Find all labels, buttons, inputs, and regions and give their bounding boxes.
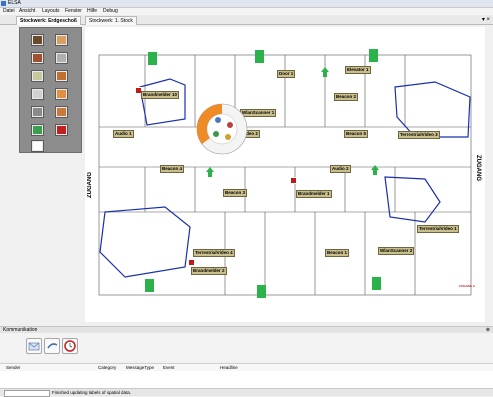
reply-button[interactable] bbox=[44, 338, 60, 354]
tool-palette bbox=[19, 27, 82, 153]
menu-hilfe[interactable]: Hilfe bbox=[87, 8, 97, 15]
tab-bar: Stockwerk: Erdgeschoß Stockwerk: 1. Stoc… bbox=[0, 15, 493, 25]
tool-button-3[interactable] bbox=[31, 52, 44, 64]
map-label-brandmelder-10[interactable]: Brandmelder 10 bbox=[141, 91, 180, 99]
col-sender[interactable]: Sender bbox=[6, 364, 21, 371]
green-marker[interactable] bbox=[255, 50, 264, 63]
tool-button-13[interactable] bbox=[31, 140, 44, 152]
tool-button-2[interactable] bbox=[55, 34, 68, 46]
floor-plan-canvas[interactable]: ZUGANG ZUGANG ZUGANG A Door 1 Elevator 1… bbox=[85, 27, 485, 322]
map-label-wlanscanner-2[interactable]: WlanScanner 2 bbox=[378, 247, 415, 255]
tool-button-10[interactable] bbox=[55, 106, 68, 118]
tool-button-4[interactable] bbox=[55, 52, 68, 64]
progress-bar bbox=[4, 390, 50, 397]
col-event[interactable]: Event bbox=[163, 364, 175, 371]
col-category[interactable]: Category bbox=[98, 364, 116, 371]
message-grid-body[interactable] bbox=[0, 371, 493, 388]
green-marker[interactable] bbox=[145, 279, 154, 292]
tool-button-8[interactable] bbox=[55, 88, 68, 100]
mail-button[interactable] bbox=[26, 338, 42, 354]
tool-button-6[interactable] bbox=[55, 70, 68, 82]
menu-datei[interactable]: Datei bbox=[3, 8, 15, 15]
zugang-corner: ZUGANG A bbox=[459, 284, 475, 288]
alarm-button[interactable] bbox=[62, 338, 78, 354]
menu-layouts[interactable]: Layouts bbox=[42, 8, 60, 15]
map-label-beacon-2[interactable]: Beacon 2 bbox=[334, 93, 359, 101]
tool-button-11[interactable] bbox=[31, 124, 44, 136]
map-label-brandmelder-2[interactable]: Brandmelder 2 bbox=[191, 267, 227, 275]
fire-alarm-icon[interactable] bbox=[290, 177, 297, 184]
tool-button-12[interactable] bbox=[55, 124, 68, 136]
map-label-audio-1[interactable]: Audio 1 bbox=[113, 130, 134, 138]
tab-1-stock[interactable]: Stockwerk: 1. Stock bbox=[85, 16, 137, 25]
menu-bar: Datei Ansicht Layouts Fenster Hilfe Debu… bbox=[0, 8, 493, 15]
map-label-beacon-1[interactable]: Beacon 1 bbox=[325, 249, 350, 257]
map-label-audio-2[interactable]: Audio 2 bbox=[330, 165, 351, 173]
envelope-icon bbox=[28, 342, 40, 351]
map-label-brandmelder-1[interactable]: Brandmelder 1 bbox=[296, 190, 332, 198]
tool-button-5[interactable] bbox=[31, 70, 44, 82]
clock-alarm-icon bbox=[64, 340, 76, 352]
menu-debug[interactable]: Debug bbox=[103, 8, 118, 15]
title-bar: ELSA bbox=[0, 0, 493, 8]
menu-ansicht[interactable]: Ansicht bbox=[19, 8, 35, 15]
tab-erdgeschoss[interactable]: Stockwerk: Erdgeschoß bbox=[16, 16, 81, 25]
map-label-beacon-5[interactable]: Beacon 5 bbox=[344, 130, 369, 138]
tool-button-9[interactable] bbox=[31, 106, 44, 118]
zugang-right: ZUGANG bbox=[475, 155, 481, 181]
menu-fenster[interactable]: Fenster bbox=[65, 8, 82, 15]
map-label-door-1[interactable]: Door 1 bbox=[277, 70, 296, 78]
col-messagetype[interactable]: MessageType bbox=[126, 364, 154, 371]
green-marker[interactable] bbox=[372, 277, 381, 290]
reply-icon bbox=[47, 343, 58, 349]
green-marker[interactable] bbox=[257, 285, 266, 298]
fire-alarm-icon[interactable] bbox=[188, 259, 195, 266]
zugang-left: ZUGANG bbox=[87, 172, 93, 198]
map-label-terrestrialvideo-1[interactable]: TerrestrialVideo 1 bbox=[417, 225, 459, 233]
window-title: ELSA bbox=[8, 0, 21, 6]
map-label-elevator-1[interactable]: Elevator 1 bbox=[345, 66, 371, 74]
green-marker[interactable] bbox=[369, 49, 378, 62]
tool-button-1[interactable] bbox=[31, 34, 44, 46]
map-label-terrestrialvideo-3[interactable]: TerrestrialVideo 3 bbox=[398, 131, 440, 139]
green-marker[interactable] bbox=[148, 52, 157, 65]
map-label-terrestrialvideo-4[interactable]: TerrestrialVideo 4 bbox=[193, 249, 235, 257]
map-label-beacon-4[interactable]: Beacon 4 bbox=[160, 165, 185, 173]
kommunikation-toolbar bbox=[0, 333, 493, 361]
tab-overflow-icon[interactable]: ▾ × bbox=[482, 16, 490, 23]
tool-button-7[interactable] bbox=[31, 88, 44, 100]
map-label-beacon-3[interactable]: Beacon 3 bbox=[223, 189, 248, 197]
radial-context-menu[interactable] bbox=[196, 103, 248, 155]
app-icon bbox=[1, 1, 6, 6]
col-headline[interactable]: Headline bbox=[220, 364, 238, 371]
